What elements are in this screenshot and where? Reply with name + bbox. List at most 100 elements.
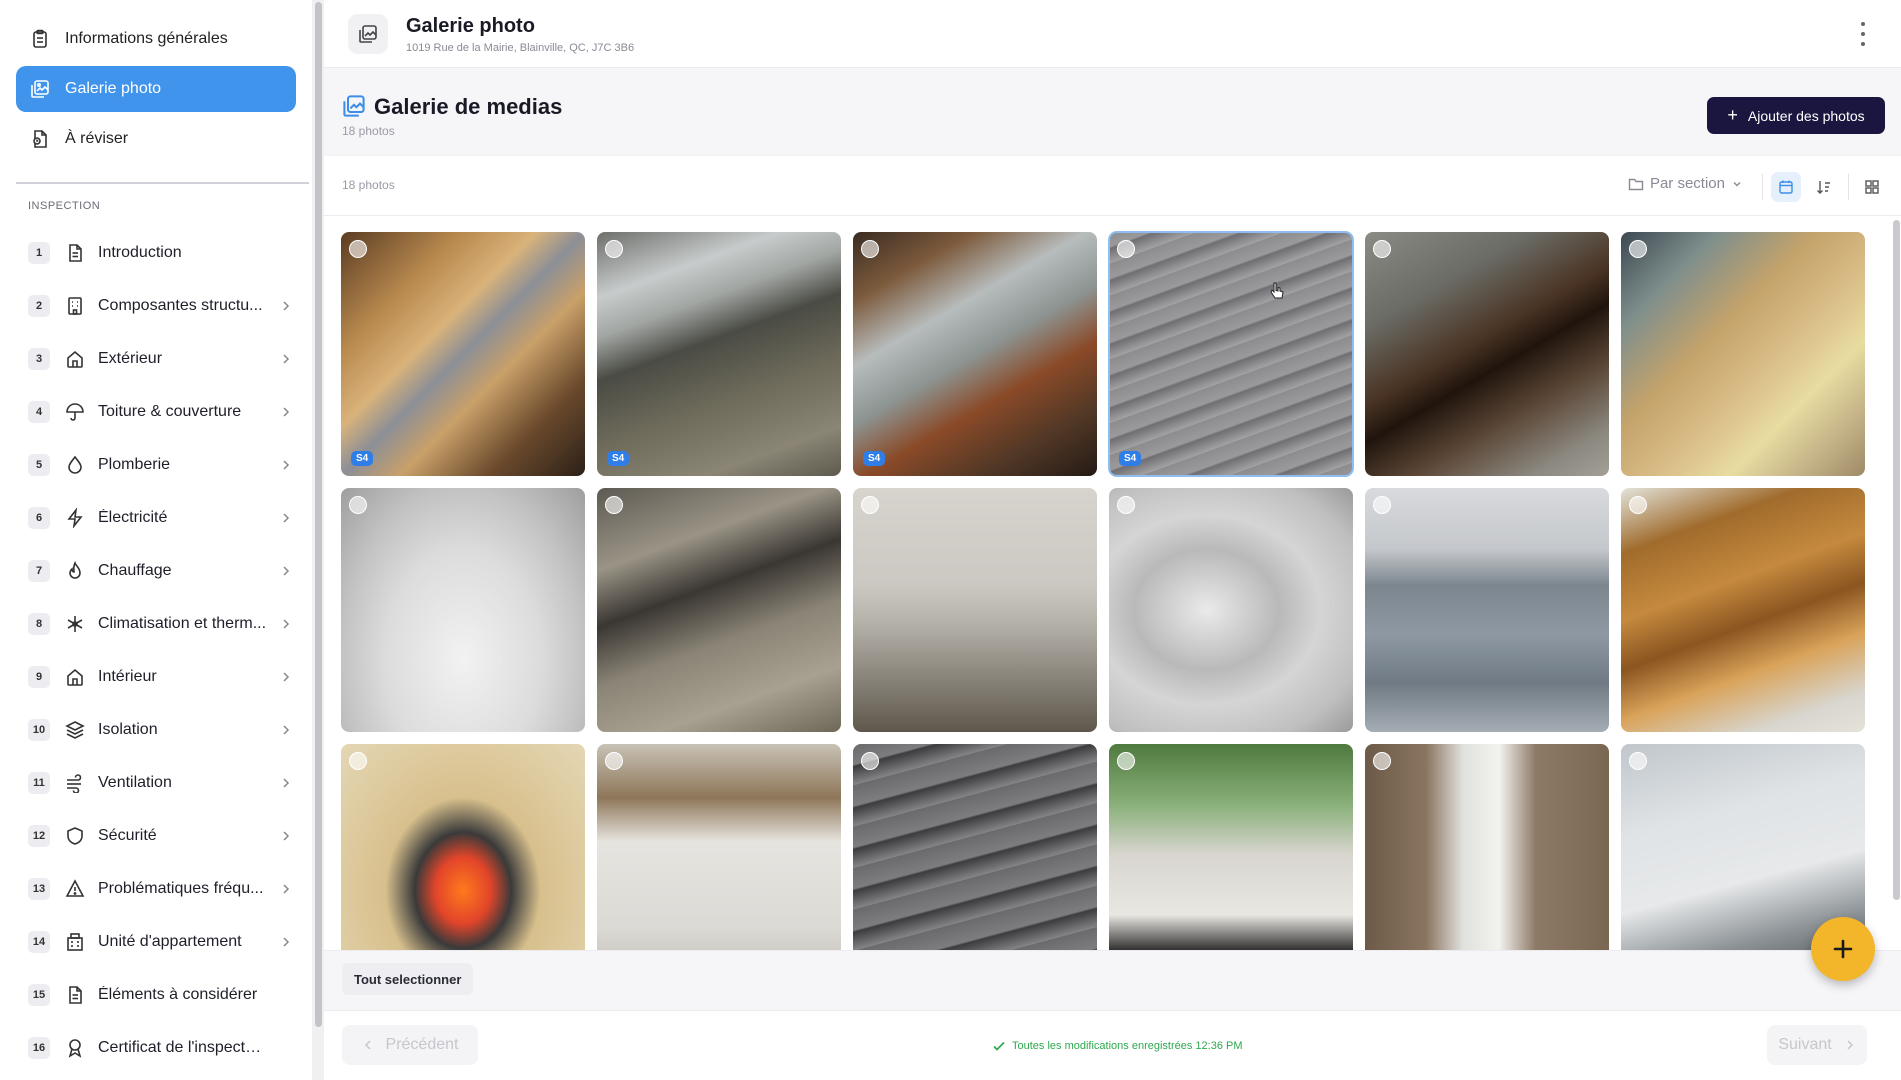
section-badge: S4 [863, 451, 886, 466]
sidebar-item-label: Isolation [98, 720, 158, 738]
section-badge: S4 [351, 451, 374, 466]
photo-thumbnail[interactable]: S4 [597, 232, 841, 476]
next-label: Suivant [1778, 1036, 1832, 1053]
gallery-icon [348, 14, 388, 54]
page-title: Galerie photo [406, 15, 535, 37]
floating-add-button[interactable] [1811, 917, 1875, 981]
sidebar-item-certificat-inspecteur[interactable]: 16 Certificat de l'inspecteur [0, 1021, 312, 1074]
photo-select-checkbox[interactable] [1373, 752, 1391, 770]
sidebar-item-elements-a-considerer[interactable]: 15 Éléments à considérer [0, 968, 312, 1021]
sidebar-item-exterieur[interactable]: 3 Extérieur [0, 332, 312, 385]
sidebar-item-unite-appartement[interactable]: 14 Unité d'appartement [0, 915, 312, 968]
chevron-right-icon [283, 936, 290, 947]
gallery-toolbar: 18 photos Par section [324, 156, 1901, 216]
photo-select-checkbox[interactable] [605, 240, 623, 258]
photo-select-checkbox[interactable] [1629, 496, 1647, 514]
photo-thumbnail[interactable]: S4 [1108, 231, 1354, 477]
building-icon [64, 295, 86, 317]
scrollbar-thumb[interactable] [315, 2, 322, 1027]
sidebar-item-securite[interactable]: 12 Sécurité [0, 809, 312, 862]
sidebar-top-nav: Informations générales Galerie photo À r… [0, 0, 312, 162]
sidebar-item-electricite[interactable]: 6 Électricité [0, 491, 312, 544]
sidebar-item-climatisation[interactable]: 8 Climatisation et therm... [0, 597, 312, 650]
photo-thumbnail[interactable]: S4 [341, 232, 585, 476]
photo-thumbnail[interactable] [853, 744, 1097, 950]
photo-thumbnail[interactable] [1365, 232, 1609, 476]
sidebar: Informations générales Galerie photo À r… [0, 0, 312, 1080]
photo-select-checkbox[interactable] [861, 752, 879, 770]
photo-thumbnail[interactable] [1365, 488, 1609, 732]
photo-select-checkbox[interactable] [1373, 496, 1391, 514]
more-menu-icon[interactable] [1859, 22, 1867, 46]
chevron-right-icon [283, 883, 290, 894]
sidebar-scrollbar[interactable] [312, 0, 324, 1080]
bolt-icon [64, 507, 86, 529]
photo-select-checkbox[interactable] [861, 496, 879, 514]
sidebar-item-composantes-structurales[interactable]: 2 Composantes structu... [0, 279, 312, 332]
photo-thumbnail[interactable]: S4 [853, 232, 1097, 476]
photo-thumbnail[interactable] [341, 744, 585, 950]
chevron-right-icon [283, 512, 290, 523]
photo-select-checkbox[interactable] [1117, 240, 1135, 258]
sidebar-item-introduction[interactable]: 1 Introduction [0, 226, 312, 279]
sidebar-item-isolation[interactable]: 10 Isolation [0, 703, 312, 756]
sidebar-item-problematiques[interactable]: 13 Problématiques fréqu... [0, 862, 312, 915]
photo-select-checkbox[interactable] [1373, 240, 1391, 258]
calendar-view-button[interactable] [1771, 172, 1801, 202]
house-icon [64, 348, 86, 370]
sidebar-item-plomberie[interactable]: 5 Plomberie [0, 438, 312, 491]
photo-select-checkbox[interactable] [349, 496, 367, 514]
photo-select-checkbox[interactable] [1629, 752, 1647, 770]
snowflake-icon [64, 613, 86, 635]
save-status-text: Toutes les modifications enregistrées 12… [1012, 1040, 1243, 1052]
next-button[interactable]: Suivant [1767, 1025, 1867, 1065]
photo-thumbnail[interactable] [1621, 232, 1865, 476]
sidebar-item-informations-generales[interactable]: Informations générales [16, 16, 296, 62]
photo-select-checkbox[interactable] [861, 240, 879, 258]
photo-select-checkbox[interactable] [605, 752, 623, 770]
photo-thumbnail[interactable] [1109, 488, 1353, 732]
sidebar-item-chauffage[interactable]: 7 Chauffage [0, 544, 312, 597]
flame-icon [64, 560, 86, 582]
scrollbar-thumb[interactable] [1893, 220, 1900, 900]
photo-thumbnail[interactable] [1621, 488, 1865, 732]
section-number: 12 [28, 824, 50, 847]
photo-select-checkbox[interactable] [605, 496, 623, 514]
photo-thumbnail[interactable] [341, 488, 585, 732]
photo-thumbnail[interactable] [597, 488, 841, 732]
photo-select-checkbox[interactable] [349, 752, 367, 770]
add-photos-button[interactable]: + Ajouter des photos [1707, 97, 1885, 134]
photo-select-checkbox[interactable] [1629, 240, 1647, 258]
chevron-right-icon [283, 459, 290, 470]
chevron-right-icon [1847, 1040, 1853, 1050]
photo-thumbnail[interactable] [597, 744, 841, 950]
sidebar-item-label: Problématiques fréqu... [98, 879, 264, 897]
previous-button[interactable]: Précédent [342, 1025, 478, 1065]
document-icon [64, 984, 86, 1006]
grid-scrollbar[interactable] [1892, 220, 1901, 900]
photo-thumbnail[interactable] [1109, 744, 1353, 950]
sidebar-item-ventilation[interactable]: 11 Ventilation [0, 756, 312, 809]
sidebar-item-label: Introduction [98, 243, 182, 261]
photo-select-checkbox[interactable] [1117, 752, 1135, 770]
sidebar-item-interieur[interactable]: 9 Intérieur [0, 650, 312, 703]
photo-select-checkbox[interactable] [1117, 496, 1135, 514]
group-by-label: Par section [1649, 175, 1725, 192]
group-by-dropdown[interactable]: Par section [1628, 175, 1749, 192]
sidebar-item-label: Certificat de l'inspecteur [98, 1038, 268, 1056]
grid-view-button[interactable] [1857, 172, 1887, 202]
property-address: 1019 Rue de la Mairie, Blainville, QC, J… [406, 42, 635, 54]
photo-thumbnail[interactable] [1365, 744, 1609, 950]
chevron-right-icon [283, 777, 290, 788]
sidebar-item-a-reviser[interactable]: À réviser [16, 116, 296, 162]
photo-select-checkbox[interactable] [349, 240, 367, 258]
sidebar-item-galerie-photo[interactable]: Galerie photo [16, 66, 296, 112]
photo-thumbnail[interactable] [853, 488, 1097, 732]
sidebar-item-label: Électricité [98, 508, 168, 526]
select-all-button[interactable]: Tout selectionner [342, 963, 474, 995]
gallery-icon [343, 95, 365, 117]
sort-button[interactable] [1809, 172, 1839, 202]
chevron-right-icon [283, 300, 290, 311]
chevron-right-icon [283, 830, 290, 841]
sidebar-item-toiture-couverture[interactable]: 4 Toiture & couverture [0, 385, 312, 438]
